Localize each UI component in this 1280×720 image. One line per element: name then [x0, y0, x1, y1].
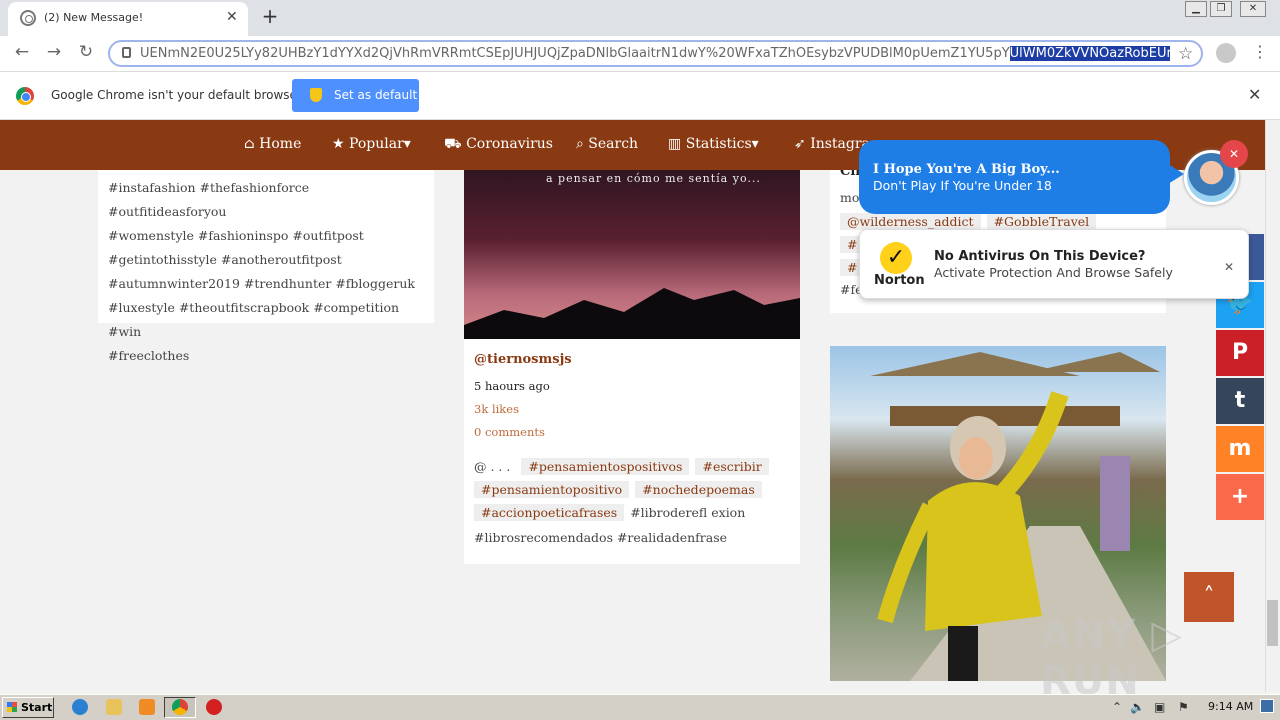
restore-button[interactable]: ❐ [1210, 1, 1232, 17]
url-text[interactable]: UENmN2E0U25LYy82UHBzY1dYYXd2QjVhRmVRRmtC… [140, 46, 1170, 61]
taskbar-clock[interactable]: 9:14 AM [1208, 700, 1253, 713]
left-tag-line[interactable]: #getintothisstyle #anotheroutfitpost [108, 248, 424, 272]
hashtag-plain[interactable]: #librosrecomendados #realidadenfrase [474, 530, 794, 545]
right-partial-title: Cli [840, 170, 861, 179]
media-player-icon[interactable] [139, 699, 155, 715]
hashtag[interactable]: #pensamientospositivos [521, 458, 690, 475]
norton-subtitle[interactable]: Activate Protection And Browse Safely [934, 265, 1173, 280]
image-caption: a pensar en cómo me sentía yo... [546, 172, 761, 185]
flag-icon[interactable]: ⚑ [1178, 700, 1189, 714]
norton-title[interactable]: No Antivirus On This Device? [934, 249, 1145, 264]
post-image-sunset[interactable]: a pensar en cómo me sentía yo... [464, 170, 800, 339]
browser-tab[interactable]: (2) New Message! ✕ [8, 2, 248, 36]
nav-statistics-label: Statistics▾ [685, 136, 759, 152]
post-username[interactable]: @tiernosmsjs [474, 352, 572, 367]
post-likes[interactable]: 3k likes [474, 402, 519, 416]
share-tumblr-button[interactable]: t [1216, 378, 1264, 424]
forward-button[interactable]: → [42, 40, 66, 64]
post-time: 5 haours ago [474, 379, 550, 393]
left-tag-line[interactable]: #instafashion #thefashionforce #outfitid… [108, 176, 424, 224]
rocket-icon: ➶ [794, 136, 806, 152]
lock-icon[interactable] [122, 47, 131, 58]
right-partial-text: mo [840, 190, 860, 205]
network-icon[interactable]: ▣ [1154, 700, 1165, 714]
new-tab-button[interactable]: + [258, 4, 282, 30]
chat-bubble-subtitle[interactable]: Don't Play If You're Under 18 [873, 178, 1052, 193]
chat-close-icon[interactable]: ✕ [1220, 140, 1248, 168]
left-tag-line[interactable]: #autumnwinter2019 #trendhunter #fblogger… [108, 272, 424, 296]
tab-title: (2) New Message! [44, 11, 144, 24]
nav-coronavirus[interactable]: ⛟ Coronavirus [444, 136, 553, 154]
tab-favicon-icon [20, 10, 36, 26]
explorer-folder-icon[interactable] [106, 699, 122, 715]
share-pinterest-button[interactable]: P [1216, 330, 1264, 376]
uac-shield-icon [310, 88, 322, 102]
post-tags: @ . . . #pensamientospositivos #escribir … [474, 455, 794, 545]
chrome-taskbar-icon [172, 699, 188, 715]
window-close-button[interactable]: ✕ [1240, 1, 1266, 17]
ie-icon[interactable] [72, 699, 88, 715]
post-comments[interactable]: 0 comments [474, 425, 545, 439]
url-selected: UlWM0ZkVVNOazRobEUrQT09 [1009, 46, 1170, 61]
norton-check-icon: ✓ [880, 242, 912, 274]
hashtag[interactable]: #GobbleTravel [986, 213, 1097, 230]
nav-search[interactable]: ⌕ Search [576, 136, 638, 152]
left-tag-line[interactable]: #freeclothes [108, 344, 424, 368]
tab-close-icon[interactable]: ✕ [226, 9, 238, 25]
scrollbar-thumb[interactable] [1267, 600, 1278, 646]
left-post-card: #instafashion #thefashionforce #outfitid… [98, 170, 434, 363]
bar-chart-icon: ▥ [668, 136, 682, 152]
mountain-silhouette [464, 288, 800, 339]
nav-home[interactable]: ⌂ Home [244, 136, 301, 152]
show-desktop-icon[interactable] [1260, 699, 1274, 713]
profile-avatar-icon[interactable] [1216, 43, 1236, 63]
hashtag[interactable]: @wilderness_addict [840, 213, 981, 230]
share-more-button[interactable]: + [1216, 474, 1264, 520]
antivirus-icon[interactable] [206, 699, 222, 715]
hashtag[interactable]: #escribir [695, 458, 769, 475]
minimize-button[interactable]: ▁ [1185, 1, 1207, 17]
url-plain: UENmN2E0U25LYy82UHBzY1dYYXd2QjVhRmVRRmtC… [140, 46, 1010, 61]
nav-home-label: Home [259, 136, 302, 152]
chat-bubble-popup[interactable] [859, 140, 1184, 214]
home-icon: ⌂ [244, 136, 255, 152]
hashtag[interactable]: #nochedepoemas [635, 481, 762, 498]
set-as-default-button[interactable]: Set as default [292, 79, 419, 112]
chat-bubble-title[interactable]: I Hope You're A Big Boy... [873, 162, 1060, 177]
chrome-menu-icon[interactable]: ⋮ [1252, 42, 1268, 61]
volume-icon[interactable]: 🔈 [1130, 700, 1145, 714]
set-as-default-label: Set as default [334, 88, 418, 102]
nav-popular-label: Popular▾ [349, 136, 411, 152]
infobar-text: Google Chrome isn't your default browser [51, 88, 302, 102]
chrome-logo-icon [16, 87, 34, 105]
ambulance-icon: ⛟ [444, 136, 462, 152]
left-tag-line[interactable]: #womenstyle #fashioninspo #outfitpost [108, 224, 424, 248]
share-mix-button[interactable]: m [1216, 426, 1264, 472]
back-button[interactable]: ← [10, 40, 34, 64]
reload-button[interactable]: ↻ [74, 40, 98, 64]
middle-post-card: a pensar en cómo me sentía yo... @tierno… [464, 170, 800, 564]
nav-search-label: Search [588, 136, 639, 152]
hashtag-plain[interactable]: #libroderefl exion [630, 505, 745, 520]
hashtag[interactable]: #pensamientopositivo [474, 481, 630, 498]
nav-coronavirus-label: Coronavirus [466, 136, 553, 152]
infobar-close-icon[interactable]: ✕ [1248, 85, 1261, 104]
post-lead-text: @ . . . [474, 459, 511, 474]
norton-brand: Norton [874, 273, 925, 288]
norton-popup[interactable] [859, 229, 1249, 299]
search-icon: ⌕ [576, 136, 584, 152]
start-button[interactable]: Start [2, 697, 54, 718]
star-icon: ★ [332, 136, 345, 152]
nav-popular[interactable]: ★ Popular▾ [332, 136, 411, 152]
anyrun-watermark: ANY ▷ RUN [1040, 612, 1184, 704]
bookmark-star-icon[interactable]: ☆ [1178, 44, 1193, 64]
norton-close-icon[interactable]: ✕ [1224, 260, 1234, 274]
nav-statistics[interactable]: ▥ Statistics▾ [668, 136, 759, 152]
left-tag-line[interactable]: #luxestyle #theoutfitscrapbook #competit… [108, 296, 424, 344]
hashtag[interactable]: #accionpoeticafrases [474, 504, 625, 521]
tray-arrow-icon[interactable]: ⌃ [1112, 700, 1122, 714]
